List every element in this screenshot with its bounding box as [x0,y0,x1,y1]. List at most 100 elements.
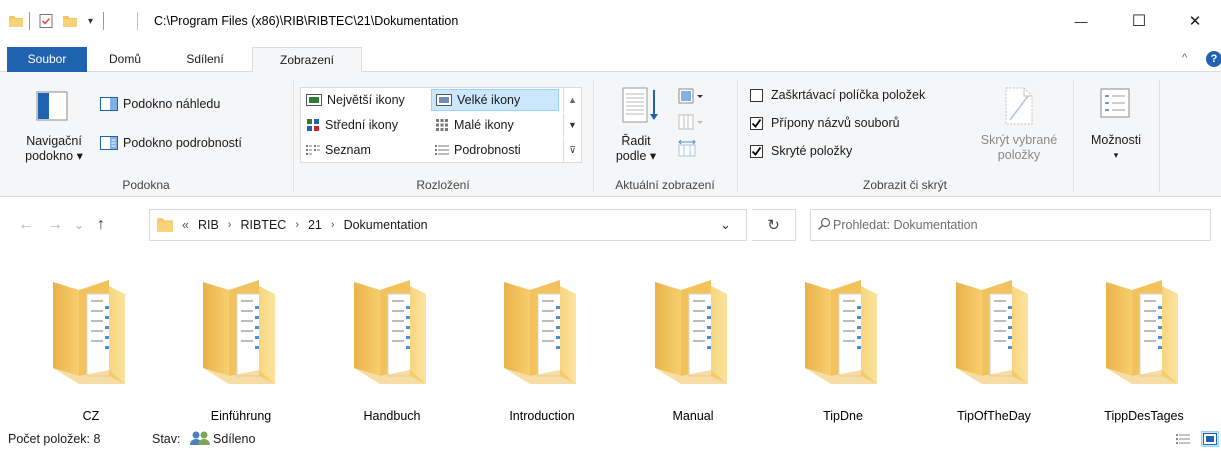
breadcrumb-dokumentation[interactable]: Dokumentation [344,218,428,232]
preview-pane-icon [100,97,118,111]
quick-access-dropdown-icon[interactable]: ▾ [88,12,93,30]
details-pane-label: Podokno podrobností [123,136,242,150]
folder-item[interactable]: Manual [628,264,758,423]
share-state-value: Sdíleno [213,432,256,446]
back-button[interactable]: ← [18,216,34,234]
recent-locations-button[interactable]: ⌄ [74,218,84,232]
show-hide-group-label: Zobrazit či skrýt [862,178,947,192]
hidden-items-checkbox[interactable] [750,144,763,158]
new-folder-icon[interactable] [62,12,78,30]
window-title: C:\Program Files (x86)\RIB\RIBTEC\21\Dok… [154,14,459,28]
tab-view[interactable]: Zobrazení [252,47,362,73]
layout-details[interactable]: Podrobnosti [431,139,559,161]
layout-details-label: Podrobnosti [454,143,521,157]
forward-button[interactable]: → [47,216,63,234]
tab-file[interactable]: Soubor [7,47,87,72]
folder-item[interactable]: TipOfTheDay [929,264,1059,423]
options-button[interactable]: Možnosti ▾ [1074,133,1158,163]
layout-large-icons-label: Velké ikony [457,93,521,107]
sort-by-button[interactable]: Řadit podle ▾ [608,134,664,164]
details-view-icon[interactable] [1174,431,1192,447]
folder-name: TippDesTages [1104,409,1184,423]
file-extensions-toggle[interactable]: Přípony názvů souborů [750,116,900,130]
list-icon [306,144,320,156]
item-checkboxes-checkbox[interactable] [750,88,763,102]
folder-item[interactable]: CZ [26,264,156,423]
minimize-button[interactable]: — [1058,0,1104,42]
file-extensions-checkbox[interactable] [750,116,763,130]
panes-group: Navigační podokno ▾ Podokno náhledu Podo… [0,72,292,197]
layout-medium-icons-label: Střední ikony [325,118,398,132]
hide-selected-button[interactable]: Skrýt vybrané položky [964,133,1074,163]
address-dropdown-icon[interactable]: ⌄ [720,217,731,233]
folder-name: Introduction [509,409,575,423]
help-icon[interactable]: ? [1206,51,1221,67]
breadcrumb-ribtec[interactable]: RIBTEC [240,218,286,232]
large-icons-view-icon[interactable] [1201,431,1219,447]
folder-icon [202,279,276,385]
maximize-button[interactable]: ☐ [1116,0,1162,42]
toolbar-separator [29,12,30,30]
size-columns-icon[interactable] [678,139,698,161]
layout-extra-large-icons[interactable]: Největší ikony [302,89,430,111]
hide-selected-label-line2: položky [997,148,1041,162]
folder-icon [8,12,24,30]
layout-large-icons[interactable]: Velké ikony [431,89,559,111]
show-hide-group: Zaškrtávací políčka položek Přípony názv… [738,72,1072,197]
sort-by-icon [622,86,660,129]
ribbon-collapse-icon[interactable]: ^ [1182,52,1187,64]
large-icons-icon [436,94,452,106]
layout-small-icons[interactable]: Malé ikony [431,114,559,136]
folder-item[interactable]: Einführung [176,264,306,423]
tab-home[interactable]: Domů [95,47,155,72]
preview-pane-label: Podokno náhledu [123,97,221,111]
layout-extra-large-icons-label: Největší ikony [327,93,405,107]
options-group: Možnosti ▾ [1074,72,1158,197]
navigation-pane-label: Navigační [26,134,82,148]
navigation-pane-button[interactable]: Navigační podokno ▾ [14,134,94,164]
breadcrumb-separator-icon[interactable]: › [331,219,335,231]
layout-expand-icon[interactable]: ⊽ [563,138,581,162]
preview-pane-button[interactable]: Podokno náhledu [100,97,220,111]
breadcrumb-separator-icon[interactable]: › [295,219,299,231]
breadcrumb-rib[interactable]: RIB [198,218,219,232]
up-button[interactable]: ↑ [97,216,105,234]
breadcrumb-separator-icon[interactable]: › [228,219,232,231]
address-overflow-button[interactable]: « [182,218,189,232]
folder-name: CZ [82,409,100,423]
folder-name: TipOfTheDay [957,409,1031,423]
layout-scroll-up-icon[interactable]: ▲ [563,88,581,112]
folder-item[interactable]: Introduction [477,264,607,423]
layout-list[interactable]: Seznam [302,139,430,161]
search-icon [817,217,831,234]
details-pane-button[interactable]: Podokno podrobností [100,136,242,150]
search-input[interactable]: Prohledat: Dokumentation [810,209,1211,241]
address-bar[interactable]: « RIB › RIBTEC › 21 › Dokumentation ⌄ [149,209,747,241]
refresh-button[interactable]: ↻ [752,209,796,241]
layout-medium-icons[interactable]: Střední ikony [302,114,430,136]
item-checkboxes-label: Zaškrtávací políčka položek [771,88,926,102]
tab-share[interactable]: Sdílení [170,47,240,72]
toolbar-separator [137,12,138,30]
title-bar: ▾ C:\Program Files (x86)\RIB\RIBTEC\21\D… [0,0,1221,42]
group-by-icon[interactable] [678,88,704,109]
status-bar: Počet položek: 8 Stav: Sdíleno [0,426,1221,451]
medium-icons-icon [306,118,320,132]
folder-item[interactable]: TipDne [778,264,908,423]
close-button[interactable]: ✕ [1172,0,1218,42]
hide-selected-icon [1004,86,1034,129]
extra-large-icons-icon [306,94,322,106]
properties-icon[interactable] [38,12,54,30]
folder-name: TipDne [823,409,863,423]
breadcrumb-21[interactable]: 21 [308,218,322,232]
folder-item[interactable]: Handbuch [327,264,457,423]
folder-item[interactable]: TippDesTages [1079,264,1209,423]
add-columns-icon[interactable] [678,114,704,135]
hidden-items-label: Skryté položky [771,144,853,158]
hidden-items-toggle[interactable]: Skryté položky [750,144,852,158]
layout-scroll-down-icon[interactable]: ▼ [563,113,581,137]
details-icon [435,144,449,156]
toolbar-separator [103,12,104,30]
file-list: CZ Einführung Handbuch Introduction Manu… [0,252,1221,424]
item-checkboxes-toggle[interactable]: Zaškrtávací políčka položek [750,88,925,102]
